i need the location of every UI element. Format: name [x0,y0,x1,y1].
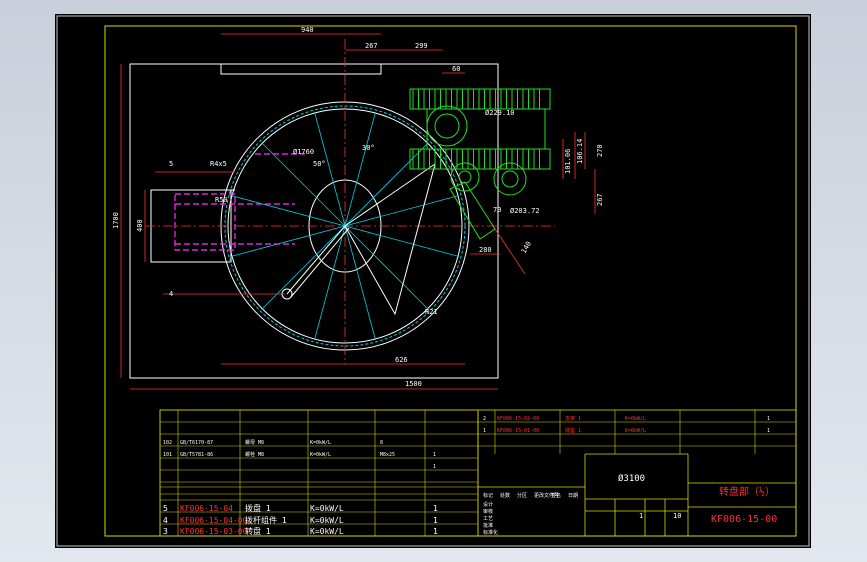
bom-cell: 螺栓 M8 [245,451,264,458]
title-label: 标记 [483,492,493,499]
dim-101: 101.06 [564,149,572,174]
radial-line [314,111,346,227]
drawing-title: 转盘部（½） [719,485,775,498]
title-label: 签名 [551,492,561,499]
center-lines [145,39,555,364]
title-label-2: 设计 [483,501,493,508]
bom-cell: 1 [433,464,436,470]
dim-299: 299 [415,42,428,50]
radial-line [314,225,346,341]
title-label-2: 工艺 [483,516,493,522]
title-label-2: 标准化 [483,529,498,536]
bom-cell: 1 [433,504,438,513]
radial-line [344,225,460,257]
title-label-2: 审核 [483,508,493,515]
radial-line [344,195,460,227]
bom-cell: 1 [433,452,436,458]
dim-30deg: 30° [362,144,375,152]
dim-940: 940 [301,26,314,34]
bom-cell: 1 [433,527,438,536]
dim-phi229: Ø229.10 [485,109,515,117]
drawing-canvas[interactable]: 940 267 299 60 1500 626 280 R4x5 R50 Ø17… [55,14,811,548]
dim-140: 140 [520,240,533,255]
dim-phi203: Ø203.72 [510,207,540,215]
dim-280: 280 [479,246,492,254]
bom-cell: 101 [163,452,172,458]
bom-right-cell: K=0kW/L [625,428,646,434]
radial-line [344,225,376,341]
vertical-dimension-texts: 1700 400 270 267 106.14 101.06 140 [112,139,604,255]
bom-cell: 3 [163,527,168,536]
bom-cell: K=0kW/L [310,452,331,458]
bom-cell: 4 [163,516,168,525]
dim-r21: R21 [425,308,438,316]
bom-cell: KF006-15-04-00 [180,516,248,525]
bom-cell: 1 [433,516,438,525]
title-label: 日期 [568,493,578,499]
bom-cell: K=0kW/L [310,527,344,536]
radial-line [230,195,346,227]
title-label-2: 批准 [483,522,493,529]
bom-cell: 8 [380,440,383,446]
bom-cell: KF006-15-03-00 [180,527,248,536]
bom-cell: 螺母 M8 [245,439,264,446]
cad-viewport: 940 267 299 60 1500 626 280 R4x5 R50 Ø17… [0,0,867,562]
bom-cell: GB/T5781-86 [180,452,213,458]
dim-60: 60 [452,65,460,73]
dim-r50: R50 [215,196,228,204]
bom-cell: M8x25 [380,452,395,458]
bom-right-cell: 1 [483,428,486,434]
leader-4: 4 [169,290,173,298]
dim-267-side: 267 [596,193,604,206]
leader-5: 5 [169,160,173,168]
dim-phi1760: Ø1760 [293,148,314,156]
title-label: 分区 [517,492,527,499]
bom-right-cell: 2 [483,416,486,422]
dim-626: 626 [395,356,408,364]
dimension-texts: 940 267 299 60 1500 626 280 R4x5 R50 Ø17… [169,26,540,388]
bom-cell: GB/T6170-87 [180,440,213,446]
scale-value-b: 10 [673,512,681,520]
dim-r4x5: R4x5 [210,160,227,168]
radial-line [344,225,429,310]
title-label: 处数 [500,492,510,499]
bom-cell: 5 [163,504,168,513]
bom-right-cell: 底座 1 [565,427,581,434]
radial-line [230,225,346,257]
dim-267-top: 267 [365,42,378,50]
dim-270: 270 [596,144,604,157]
bom-right-cell: K=0kW/L [625,416,646,422]
drawing-number: KF006-15-00 [711,514,777,525]
bom-cell: 拨杆组件 1 [245,515,287,525]
chain-teeth [412,89,540,169]
bom-cell: 102 [163,440,172,446]
diameter-label: Ø3100 [618,473,645,484]
bom-cell: K=0kW/L [310,504,344,513]
dim-1700: 1700 [112,212,120,229]
bom-cell: K=0kW/L [310,440,331,446]
bom-cell: 转盘 1 [245,526,271,536]
inner-frame [104,25,797,537]
drawing-sheet: 940 267 299 60 1500 626 280 R4x5 R50 Ø17… [55,14,811,548]
dim-400: 400 [136,219,144,232]
radial-line [344,142,429,227]
bom-right-cell: 1 [767,428,770,434]
radial-line [261,225,346,310]
dim-1500-label: 1500 [405,380,422,388]
bom-right-cell: 支架 1 [565,415,581,422]
base-plate [129,63,499,379]
bom-cell: KF006-15-04 [180,504,233,513]
bom-right-cell: KF006-15-02-00 [497,416,539,422]
bom-right-cell: 1 [767,416,770,422]
scale-value-a: 1 [639,512,643,520]
radial-line [344,111,376,227]
dim-70: 70 [493,206,501,214]
dim-50deg: 50° [313,160,326,168]
bom-cell: 拨盘 1 [245,503,271,513]
bom-right-cell: KF006-15-01-00 [497,428,539,434]
dim-106: 106.14 [576,139,584,164]
bom-cell: K=0kW/L [310,516,344,525]
